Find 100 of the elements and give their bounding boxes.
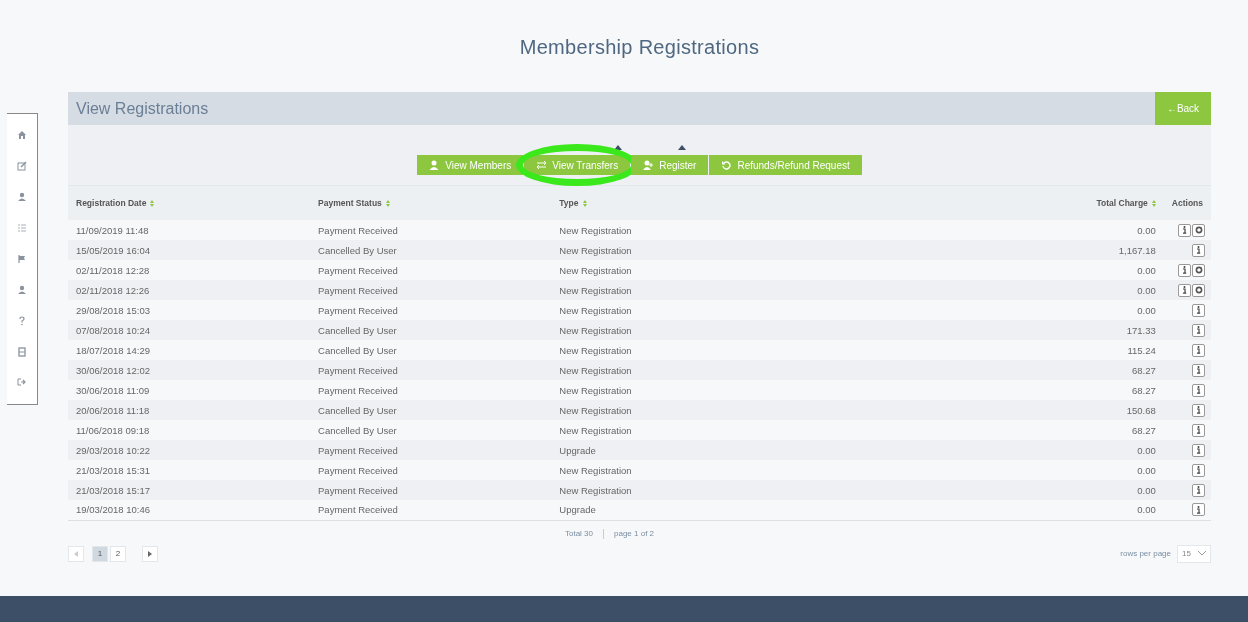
info-button[interactable] [1192, 343, 1205, 357]
table-cell: Payment Received [310, 440, 552, 460]
info-button[interactable] [1192, 323, 1205, 337]
table-cell: 0.00 [792, 460, 1164, 480]
table-cell: Payment Received [310, 380, 552, 400]
table-cell: New Registration [551, 340, 793, 360]
info-icon [1196, 406, 1201, 414]
settings-icon [1194, 266, 1203, 274]
edit-icon[interactable] [17, 161, 27, 172]
table-cell: 30/06/2018 12:02 [68, 360, 311, 380]
undo-icon [721, 160, 733, 170]
info-icon [1196, 246, 1201, 254]
table-cell: 0.00 [792, 500, 1164, 520]
table-cell: 68.27 [792, 380, 1164, 400]
info-icon [1196, 426, 1201, 434]
table-cell: 150.68 [792, 400, 1164, 420]
table-cell: 0.00 [792, 220, 1164, 240]
total-count: Total 30 [564, 529, 593, 538]
user-icon[interactable] [17, 192, 27, 203]
table-cell: 21/03/2018 15:31 [68, 460, 311, 480]
table-cell: 30/06/2018 11:09 [68, 380, 311, 400]
bookmark-icon[interactable] [17, 346, 27, 357]
table-cell: Cancelled By User [310, 240, 552, 260]
table-cell: New Registration [551, 460, 793, 480]
chevron-left-icon [74, 550, 78, 557]
table-cell: Payment Received [310, 220, 552, 240]
settings-button[interactable] [1192, 263, 1205, 277]
info-button[interactable] [1192, 403, 1205, 417]
info-button[interactable] [1192, 363, 1205, 377]
table-cell: 07/08/2018 10:24 [68, 320, 311, 340]
home-icon[interactable] [17, 130, 27, 141]
info-icon [1196, 386, 1201, 394]
page-button[interactable]: 2 [110, 545, 126, 562]
next-page-button[interactable] [142, 545, 158, 562]
user-icon [429, 160, 441, 170]
table-cell: 171.33 [792, 320, 1164, 340]
info-button[interactable] [1192, 383, 1205, 397]
table-cell: New Registration [551, 260, 793, 280]
table-cell: Cancelled By User [310, 320, 552, 340]
column-header[interactable]: Total Charge [1096, 198, 1156, 208]
table-cell: Payment Received [310, 260, 552, 280]
info-button[interactable] [1178, 223, 1191, 237]
table-cell: 29/03/2018 10:22 [68, 440, 311, 460]
info-button[interactable] [1178, 263, 1191, 277]
page-button[interactable]: 1 [92, 545, 108, 562]
table-cell: 1,167.18 [792, 240, 1164, 260]
table-cell: Payment Received [310, 280, 552, 300]
info-icon [1196, 326, 1201, 334]
settings-icon [1194, 286, 1203, 294]
table-cell: 02/11/2018 12:26 [68, 280, 311, 300]
column-header[interactable]: Registration Date [76, 198, 155, 208]
table-cell: New Registration [551, 400, 793, 420]
table-cell: Upgrade [551, 440, 793, 460]
table-cell: New Registration [551, 280, 793, 300]
help-icon[interactable] [17, 315, 27, 326]
rows-per-page-select[interactable]: 15 [1177, 544, 1211, 563]
table-cell: 29/08/2018 15:03 [68, 300, 311, 320]
arrows-icon [536, 160, 548, 170]
table-cell: 0.00 [792, 280, 1164, 300]
table-cell: Payment Received [310, 460, 552, 480]
rows-per-page-label: rows per page [1120, 549, 1171, 558]
info-button[interactable] [1192, 243, 1205, 257]
table-cell: Cancelled By User [310, 400, 552, 420]
table-cell: New Registration [551, 480, 793, 500]
table-cell: 68.27 [792, 420, 1164, 440]
panel-title: View Registrations [75, 99, 209, 118]
page-info: page 1 of 2 [614, 529, 655, 538]
flag-icon[interactable] [17, 253, 27, 264]
settings-icon [1194, 226, 1203, 234]
table-cell: New Registration [551, 300, 793, 320]
table-cell: 21/03/2018 15:17 [68, 480, 311, 500]
info-button[interactable] [1192, 483, 1205, 497]
column-header[interactable]: Type [559, 198, 587, 208]
info-button[interactable] [1178, 283, 1191, 297]
table-cell: New Registration [551, 220, 793, 240]
info-icon [1196, 346, 1201, 354]
table-cell: 0.00 [792, 480, 1164, 500]
info-button[interactable] [1192, 463, 1205, 477]
table-cell: Upgrade [551, 500, 793, 520]
settings-button[interactable] [1192, 283, 1205, 297]
table-cell: Payment Received [310, 360, 552, 380]
table-cell: Cancelled By User [310, 420, 552, 440]
page-title: Membership Registrations [518, 36, 761, 60]
column-header[interactable]: Payment Status [318, 198, 390, 208]
caret-icon [677, 145, 686, 150]
table-cell: New Registration [551, 420, 793, 440]
sign-out-icon[interactable] [17, 377, 27, 388]
table-cell: 19/03/2018 10:46 [68, 500, 311, 520]
user-icon[interactable] [17, 284, 27, 295]
info-button[interactable] [1192, 503, 1205, 517]
settings-button[interactable] [1192, 223, 1205, 237]
info-button[interactable] [1192, 423, 1205, 437]
info-button[interactable] [1192, 303, 1205, 317]
info-icon [1196, 466, 1201, 474]
table-cell: 18/07/2018 14:29 [68, 340, 311, 360]
table-cell: 11/06/2018 09:18 [68, 420, 311, 440]
table-cell: 11/09/2019 11:48 [68, 220, 311, 240]
info-button[interactable] [1192, 443, 1205, 457]
table-cell: 0.00 [792, 440, 1164, 460]
info-icon [1182, 226, 1187, 234]
